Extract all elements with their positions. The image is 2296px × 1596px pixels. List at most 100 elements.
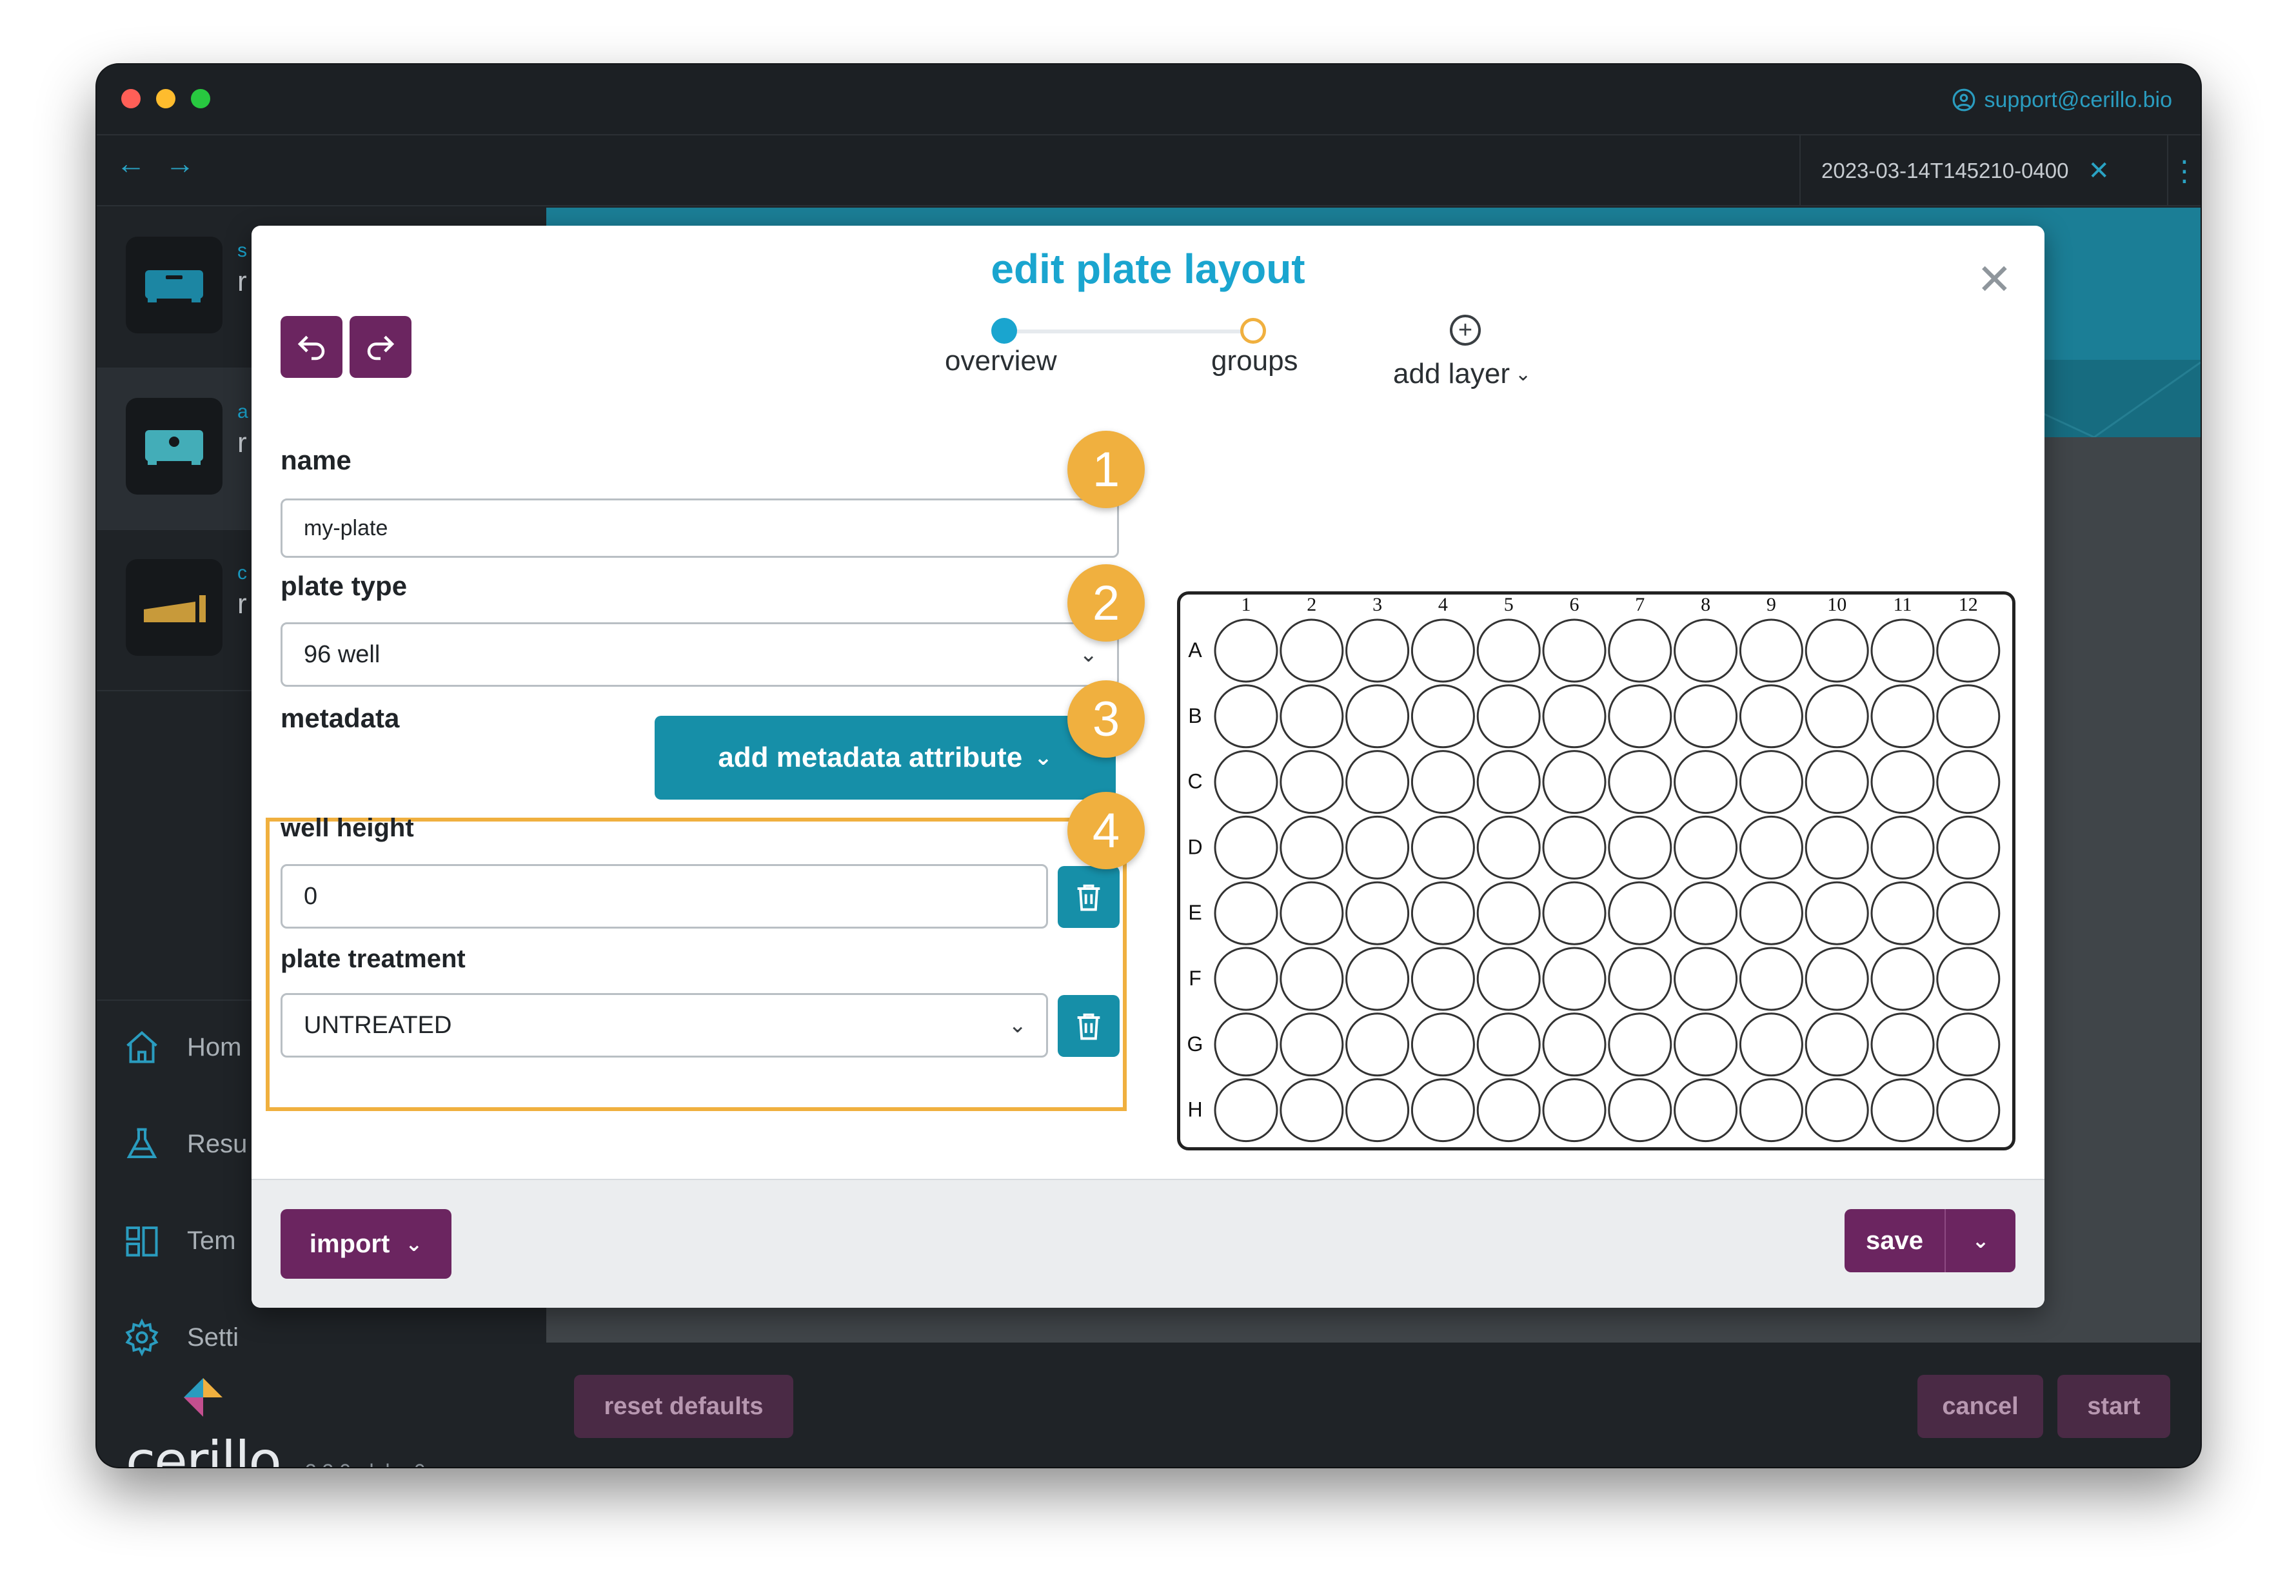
plate-well-H12[interactable] — [1936, 1078, 2001, 1143]
plate-well-E6[interactable] — [1542, 881, 1607, 945]
plate-well-H8[interactable] — [1674, 1078, 1738, 1143]
plate-well-D8[interactable] — [1674, 815, 1738, 880]
plate-well-G5[interactable] — [1476, 1012, 1541, 1077]
plate-well-F11[interactable] — [1870, 947, 1935, 1011]
sidebar-item-templates[interactable]: Tem — [123, 1215, 236, 1266]
plate-well-D6[interactable] — [1542, 815, 1607, 880]
sidebar-item-results[interactable]: Resu — [123, 1118, 247, 1170]
plate-well-A4[interactable] — [1410, 618, 1475, 683]
plate-well-F3[interactable] — [1345, 947, 1410, 1011]
plate-well-B8[interactable] — [1674, 684, 1738, 749]
plate-well-F2[interactable] — [1280, 947, 1344, 1011]
plate-well-A7[interactable] — [1608, 618, 1672, 683]
step-overview-label[interactable]: overview — [945, 345, 1057, 377]
plate-well-A11[interactable] — [1870, 618, 1935, 683]
step-groups-label[interactable]: groups — [1211, 345, 1298, 377]
plate-well-G8[interactable] — [1674, 1012, 1738, 1077]
forward-arrow-icon[interactable]: → — [165, 148, 195, 178]
plate-well-A6[interactable] — [1542, 618, 1607, 683]
plate-well-A12[interactable] — [1936, 618, 2001, 683]
more-options-icon[interactable]: ⋮ — [2167, 135, 2201, 206]
plate-well-F7[interactable] — [1608, 947, 1672, 1011]
back-arrow-icon[interactable]: ← — [116, 148, 146, 178]
sidebar-item-home[interactable]: Hom — [123, 1021, 241, 1073]
close-icon[interactable]: ✕ — [1977, 258, 2012, 300]
plate-well-A2[interactable] — [1280, 618, 1344, 683]
plate-well-B4[interactable] — [1410, 684, 1475, 749]
plate-well-E12[interactable] — [1936, 881, 2001, 945]
plate-well-C4[interactable] — [1410, 750, 1475, 814]
plate-well-B9[interactable] — [1739, 684, 1803, 749]
plate-well-E2[interactable] — [1280, 881, 1344, 945]
plate-well-F8[interactable] — [1674, 947, 1738, 1011]
plate-well-G12[interactable] — [1936, 1012, 2001, 1077]
plate-well-E8[interactable] — [1674, 881, 1738, 945]
close-window-button[interactable] — [121, 89, 141, 108]
plate-well-B12[interactable] — [1936, 684, 2001, 749]
plate-well-C9[interactable] — [1739, 750, 1803, 814]
plate-well-H10[interactable] — [1805, 1078, 1869, 1143]
plate-well-D12[interactable] — [1936, 815, 2001, 880]
plate-well-H11[interactable] — [1870, 1078, 1935, 1143]
plate-well-F12[interactable] — [1936, 947, 2001, 1011]
plate-well-D11[interactable] — [1870, 815, 1935, 880]
plate-well-G11[interactable] — [1870, 1012, 1935, 1077]
undo-button[interactable] — [281, 316, 342, 378]
plate-well-E4[interactable] — [1410, 881, 1475, 945]
plate-well-E11[interactable] — [1870, 881, 1935, 945]
support-link[interactable]: support@cerillo.bio — [1952, 84, 2172, 116]
plate-well-C7[interactable] — [1608, 750, 1672, 814]
plate-well-G9[interactable] — [1739, 1012, 1803, 1077]
plate-well-A10[interactable] — [1805, 618, 1869, 683]
plate-well-G10[interactable] — [1805, 1012, 1869, 1077]
plate-type-select[interactable]: 96 well ⌄ — [281, 622, 1119, 687]
delete-well-height-button[interactable] — [1058, 866, 1120, 928]
plate-well-D5[interactable] — [1476, 815, 1541, 880]
plus-circle-icon[interactable]: + — [1450, 315, 1481, 346]
plate-well-D2[interactable] — [1280, 815, 1344, 880]
plate-well-C2[interactable] — [1280, 750, 1344, 814]
cancel-button[interactable]: cancel — [1917, 1375, 2043, 1438]
plate-well-C12[interactable] — [1936, 750, 2001, 814]
add-layer-dropdown[interactable]: add layer ⌄ — [1393, 358, 1531, 390]
plate-well-C6[interactable] — [1542, 750, 1607, 814]
plate-well-A9[interactable] — [1739, 618, 1803, 683]
plate-well-C5[interactable] — [1476, 750, 1541, 814]
plate-well-B6[interactable] — [1542, 684, 1607, 749]
name-input[interactable]: my-plate — [281, 498, 1119, 558]
plate-well-B5[interactable] — [1476, 684, 1541, 749]
support-email[interactable]: support@cerillo.bio — [1984, 88, 2172, 113]
plate-well-F4[interactable] — [1410, 947, 1475, 1011]
plate-well-E7[interactable] — [1608, 881, 1672, 945]
plate-well-F6[interactable] — [1542, 947, 1607, 1011]
step-groups-dot[interactable] — [1240, 318, 1266, 344]
plate-well-B11[interactable] — [1870, 684, 1935, 749]
add-metadata-attribute-button[interactable]: add metadata attribute ⌄ — [655, 716, 1116, 800]
plate-well-H1[interactable] — [1214, 1078, 1278, 1143]
plate-well-D9[interactable] — [1739, 815, 1803, 880]
plate-well-D4[interactable] — [1410, 815, 1475, 880]
plate-well-D3[interactable] — [1345, 815, 1410, 880]
plate-well-B10[interactable] — [1805, 684, 1869, 749]
plate-well-B1[interactable] — [1214, 684, 1278, 749]
plate-well-E3[interactable] — [1345, 881, 1410, 945]
plate-treatment-select[interactable]: UNTREATED ⌄ — [281, 993, 1048, 1058]
plate-well-E1[interactable] — [1214, 881, 1278, 945]
plate-well-C10[interactable] — [1805, 750, 1869, 814]
plate-well-F10[interactable] — [1805, 947, 1869, 1011]
save-options-button[interactable]: ⌄ — [1946, 1209, 2015, 1272]
redo-button[interactable] — [350, 316, 411, 378]
plate-well-C1[interactable] — [1214, 750, 1278, 814]
plate-well-H2[interactable] — [1280, 1078, 1344, 1143]
plate-well-A3[interactable] — [1345, 618, 1410, 683]
plate-well-H3[interactable] — [1345, 1078, 1410, 1143]
plate-well-H9[interactable] — [1739, 1078, 1803, 1143]
plate-well-E9[interactable] — [1739, 881, 1803, 945]
step-overview-dot[interactable] — [991, 318, 1017, 344]
minimize-window-button[interactable] — [156, 89, 175, 108]
plate-well-B7[interactable] — [1608, 684, 1672, 749]
start-button[interactable]: start — [2057, 1375, 2170, 1438]
plate-well-A1[interactable] — [1214, 618, 1278, 683]
plate-well-H6[interactable] — [1542, 1078, 1607, 1143]
plate-well-G7[interactable] — [1608, 1012, 1672, 1077]
